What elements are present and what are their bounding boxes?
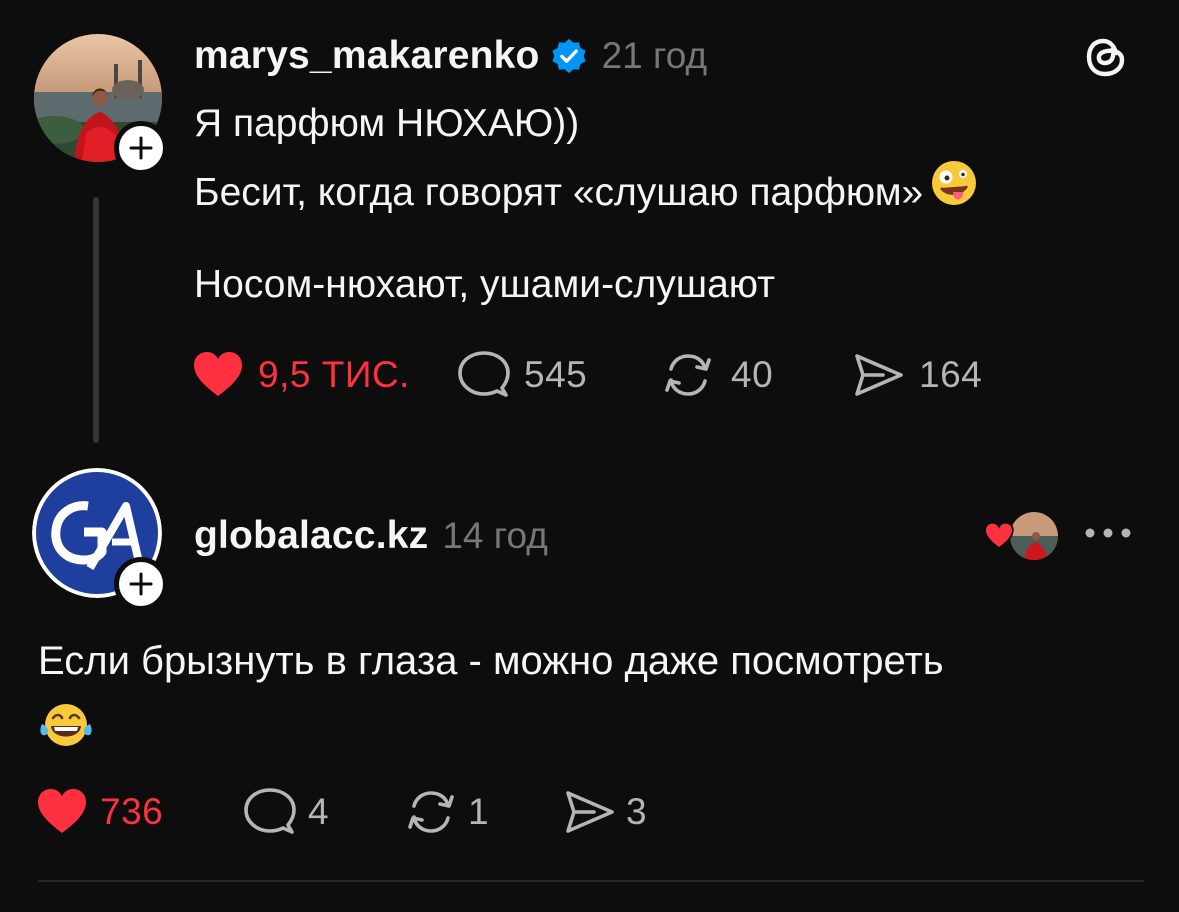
more-dots-icon[interactable] [1082,518,1134,548]
like-button[interactable]: 736 [36,788,244,836]
send-icon [855,354,903,396]
post-text-line: Бесит, когда говорят «слушаю парфюм» [194,158,979,227]
repost-count: 1 [468,791,490,832]
post-text-segment: Бесит, когда говорят «слушаю парфюм» [194,170,924,214]
thread-reply: globalacc.kz 14 год Если брызнуть в глаз… [0,460,1179,912]
post-text-line: Носом-нюхают, ушами-слушают [194,263,776,306]
repost-button[interactable]: 40 [665,351,853,399]
like-count: 9,5 тис. [258,354,410,395]
comment-bubble-icon [458,351,510,397]
share-count: 164 [919,354,983,395]
post-header: marys_makarenko 21 год [194,28,707,84]
username[interactable]: globalacc.kz [194,514,428,558]
like-count: 736 [100,791,164,832]
reply-button[interactable]: 545 [458,350,665,400]
repost-count: 40 [731,354,774,395]
thread-post: marys_makarenko 21 год Я парфюм НЮХАЮ)) … [0,0,1179,460]
share-count: 3 [626,791,648,832]
threads-logo-icon[interactable] [1080,31,1132,83]
post-actions: 9,5 тис. 545 40 164 [192,345,982,405]
post-time: 14 год [442,515,548,556]
post-header: globalacc.kz 14 год [194,508,548,564]
comment-bubble-icon [244,788,296,834]
plus-icon [129,572,153,596]
share-button[interactable]: 3 [564,788,647,836]
liked-by-author-indicator [984,506,1060,562]
repost-button[interactable]: 1 [408,788,564,836]
divider [38,880,1144,882]
heart-icon [194,352,242,396]
send-icon [566,791,614,833]
tears-of-joy-emoji [38,700,94,755]
heart-icon [38,789,86,833]
share-button[interactable]: 164 [853,351,982,399]
follow-button[interactable] [114,557,168,611]
verified-badge-icon [550,37,588,75]
reply-button[interactable]: 4 [244,787,408,837]
post-actions: 736 4 1 3 [36,782,647,842]
thread-connector-line [93,197,99,443]
heart-icon [984,522,1014,550]
reply-count: 4 [308,791,330,832]
post-time: 21 год [601,35,708,76]
follow-button[interactable] [114,121,168,175]
username[interactable]: marys_makarenko [194,34,540,78]
repost-icon [408,791,454,833]
zany-face-emoji [929,158,979,227]
author-avatar [1008,510,1060,562]
plus-icon [129,136,153,160]
post-text-line: Я парфюм НЮХАЮ)) [194,102,580,145]
repost-icon [665,354,711,396]
reply-count: 545 [524,354,588,395]
like-button[interactable]: 9,5 тис. [192,351,458,399]
post-text-line: Если брызнуть в глаза - можно даже посмо… [38,639,944,683]
